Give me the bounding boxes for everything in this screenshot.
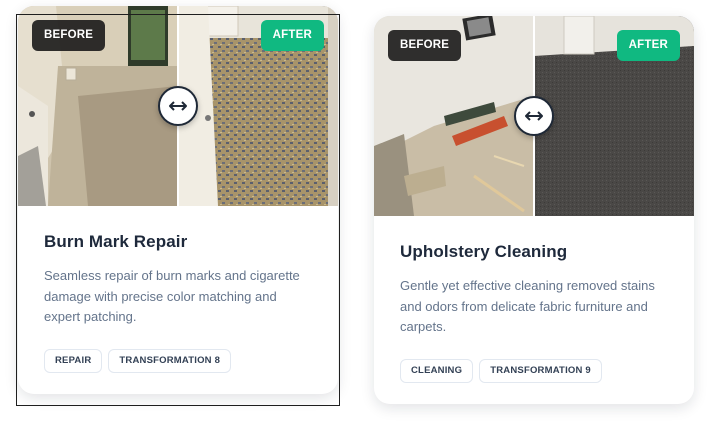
transformation-card-upholstery-cleaning: BEFORE AFTER Upholstery Cleaning Gentle … bbox=[374, 16, 694, 404]
card-title: Upholstery Cleaning bbox=[400, 242, 568, 261]
left-right-arrows-icon bbox=[169, 101, 187, 111]
slider-handle[interactable] bbox=[158, 86, 198, 126]
tag[interactable]: CLEANING bbox=[400, 359, 474, 383]
card-title: Burn Mark Repair bbox=[44, 232, 188, 251]
transformation-card-burn-mark-repair: BEFORE AFTER Burn Mark Repair Seamless r… bbox=[18, 6, 338, 394]
before-badge: BEFORE bbox=[388, 30, 462, 61]
card-body: Upholstery Cleaning Gentle yet effective… bbox=[374, 216, 694, 383]
left-right-arrows-icon bbox=[525, 111, 543, 121]
card-description: Gentle yet effective cleaning removed st… bbox=[400, 278, 655, 334]
after-badge: AFTER bbox=[260, 20, 324, 51]
slider-handle[interactable] bbox=[514, 96, 554, 136]
tag[interactable]: TRANSFORMATION 8 bbox=[108, 349, 232, 373]
before-badge: BEFORE bbox=[32, 20, 106, 51]
tag[interactable]: REPAIR bbox=[44, 349, 103, 373]
card-body: Burn Mark Repair Seamless repair of burn… bbox=[18, 206, 338, 373]
tag-list: REPAIR TRANSFORMATION 8 bbox=[44, 349, 312, 373]
card-description: Seamless repair of burn marks and cigare… bbox=[44, 268, 300, 324]
before-after-slider[interactable]: BEFORE AFTER bbox=[374, 16, 694, 216]
after-badge: AFTER bbox=[616, 30, 680, 61]
before-after-slider[interactable]: BEFORE AFTER bbox=[18, 6, 338, 206]
tag-list: CLEANING TRANSFORMATION 9 bbox=[400, 359, 668, 383]
tag[interactable]: TRANSFORMATION 9 bbox=[479, 359, 602, 383]
